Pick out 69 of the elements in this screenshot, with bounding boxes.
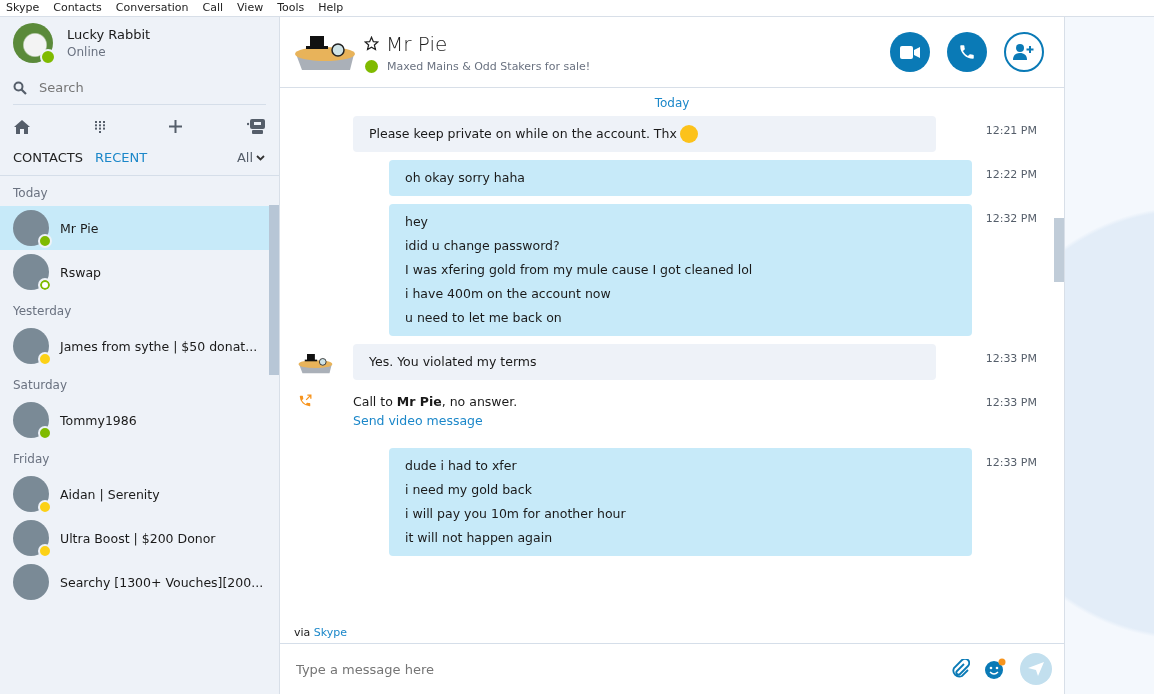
skype-link[interactable]: Skype bbox=[313, 626, 348, 639]
message-time: 12:22 PM bbox=[985, 167, 1037, 181]
profile-name: Lucky Rabbit bbox=[67, 27, 151, 42]
contact-item[interactable]: Searchy [1300+ Vouches][200... bbox=[0, 560, 269, 604]
paperclip-icon[interactable] bbox=[952, 659, 970, 679]
message-bubble: oh okay sorry haha bbox=[389, 160, 972, 196]
scrollbar[interactable] bbox=[269, 205, 279, 375]
menu-item[interactable]: Conversation bbox=[115, 0, 189, 16]
group-header: Saturday bbox=[12, 377, 69, 394]
via-label: via bbox=[294, 626, 311, 639]
menu-item[interactable]: Call bbox=[202, 0, 224, 16]
menu-item[interactable]: Tools bbox=[277, 0, 305, 16]
message-bubble: Please keep private on while on the account. Thx bbox=[353, 116, 936, 152]
day-label: Today bbox=[653, 96, 691, 110]
dialpad-icon[interactable] bbox=[94, 120, 105, 133]
send-video-message-link[interactable]: Send video message bbox=[353, 413, 518, 428]
filter-dropdown[interactable]: All bbox=[236, 150, 265, 165]
menu-item[interactable]: Skype bbox=[6, 0, 40, 16]
contact-avatar bbox=[13, 564, 49, 600]
profile-status: Online bbox=[67, 45, 107, 59]
contact-item[interactable]: James from sythe | $50 donat... bbox=[0, 324, 269, 368]
call-notice: Call to Mr Pie, no answer. bbox=[353, 394, 518, 409]
group-header: Today bbox=[12, 185, 49, 202]
contact-name: Mr Pie bbox=[386, 31, 448, 56]
menu-item[interactable]: Help bbox=[318, 0, 344, 16]
search-input[interactable]: Search bbox=[37, 79, 241, 96]
contact-avatar bbox=[13, 210, 49, 246]
contact-avatar bbox=[13, 254, 49, 290]
call-button[interactable] bbox=[947, 32, 987, 72]
caret-icon bbox=[256, 154, 265, 161]
message-bubble: dude i had to xfer i need my gold back i will pay you 10m for another hour it will not happen again bbox=[389, 448, 972, 556]
contact-item[interactable]: Aidan | Serenity bbox=[0, 472, 269, 516]
search-field[interactable]: Search bbox=[13, 79, 266, 105]
contact-item[interactable]: Mr Pie bbox=[0, 206, 269, 250]
message-bubble: hey idid u change password? I was xfering gold from my mule cause I got cleaned lol i have 400m on the account now u need to let me back on bbox=[389, 204, 972, 336]
video-call-button[interactable] bbox=[890, 32, 930, 72]
send-icon bbox=[1028, 662, 1044, 676]
contact-item[interactable]: Rswap bbox=[0, 250, 269, 294]
add-contact-button[interactable] bbox=[1004, 32, 1044, 72]
contact-item[interactable]: Tommy1986 bbox=[0, 398, 269, 442]
contact-avatar bbox=[13, 328, 49, 364]
star-icon[interactable] bbox=[364, 36, 379, 51]
scrollbar[interactable] bbox=[1054, 218, 1064, 282]
contact-item[interactable]: Ultra Boost | $200 Donor bbox=[0, 516, 269, 560]
phone-icon bbox=[958, 43, 976, 61]
menu-item[interactable]: View bbox=[237, 0, 264, 16]
contact-avatar bbox=[13, 402, 49, 438]
mood-message: Maxed Mains & Odd Stakers for sale! bbox=[387, 59, 591, 73]
emoticon-icon[interactable] bbox=[984, 658, 1006, 680]
missed-call-icon bbox=[298, 394, 312, 408]
group-header: Friday bbox=[12, 451, 51, 468]
video-camera-icon bbox=[900, 45, 920, 59]
tab[interactable]: CONTACTS bbox=[13, 150, 83, 165]
message-time: 12:33 PM bbox=[985, 351, 1037, 365]
message-time: 12:33 PM bbox=[985, 395, 1037, 409]
message-time: 12:21 PM bbox=[985, 123, 1037, 137]
plus-icon[interactable] bbox=[169, 120, 183, 133]
contact-avatar bbox=[13, 476, 49, 512]
search-icon bbox=[13, 80, 27, 95]
message-time: 12:32 PM bbox=[985, 211, 1037, 225]
message-bubble: Yes. You violated my terms bbox=[353, 344, 936, 380]
group-header: Yesterday bbox=[12, 303, 73, 320]
bot-icon[interactable] bbox=[246, 119, 265, 134]
message-time: 12:33 PM bbox=[985, 455, 1037, 469]
menu-item[interactable]: Contacts bbox=[53, 0, 102, 16]
profile-avatar[interactable] bbox=[13, 23, 53, 63]
add-person-icon bbox=[1013, 44, 1035, 60]
home-icon[interactable] bbox=[14, 119, 30, 134]
contact-avatar bbox=[13, 520, 49, 556]
